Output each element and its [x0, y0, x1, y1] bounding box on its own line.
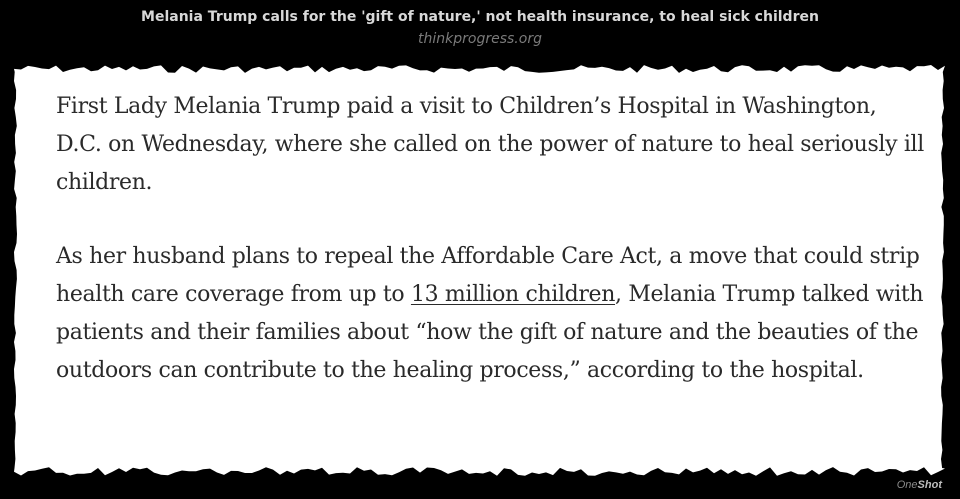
article-body: First Lady Melania Trump paid a visit to… — [56, 88, 926, 426]
source-domain: thinkprogress.org — [418, 31, 542, 47]
article-headline: Melania Trump calls for the 'gift of nat… — [141, 9, 819, 25]
article-paragraph-2: As her husband plans to repeal the Affor… — [56, 238, 926, 390]
article-paragraph-1: First Lady Melania Trump paid a visit to… — [56, 94, 924, 195]
13-million-children-link[interactable]: 13 million children — [411, 282, 615, 307]
watermark-shot: Shot — [917, 479, 942, 491]
screenshot-header: Melania Trump calls for the 'gift of nat… — [0, 0, 960, 62]
torn-paper-excerpt: First Lady Melania Trump paid a visit to… — [14, 62, 945, 478]
oneshot-watermark: OneShot — [897, 479, 942, 491]
watermark-one: One — [896, 479, 918, 491]
